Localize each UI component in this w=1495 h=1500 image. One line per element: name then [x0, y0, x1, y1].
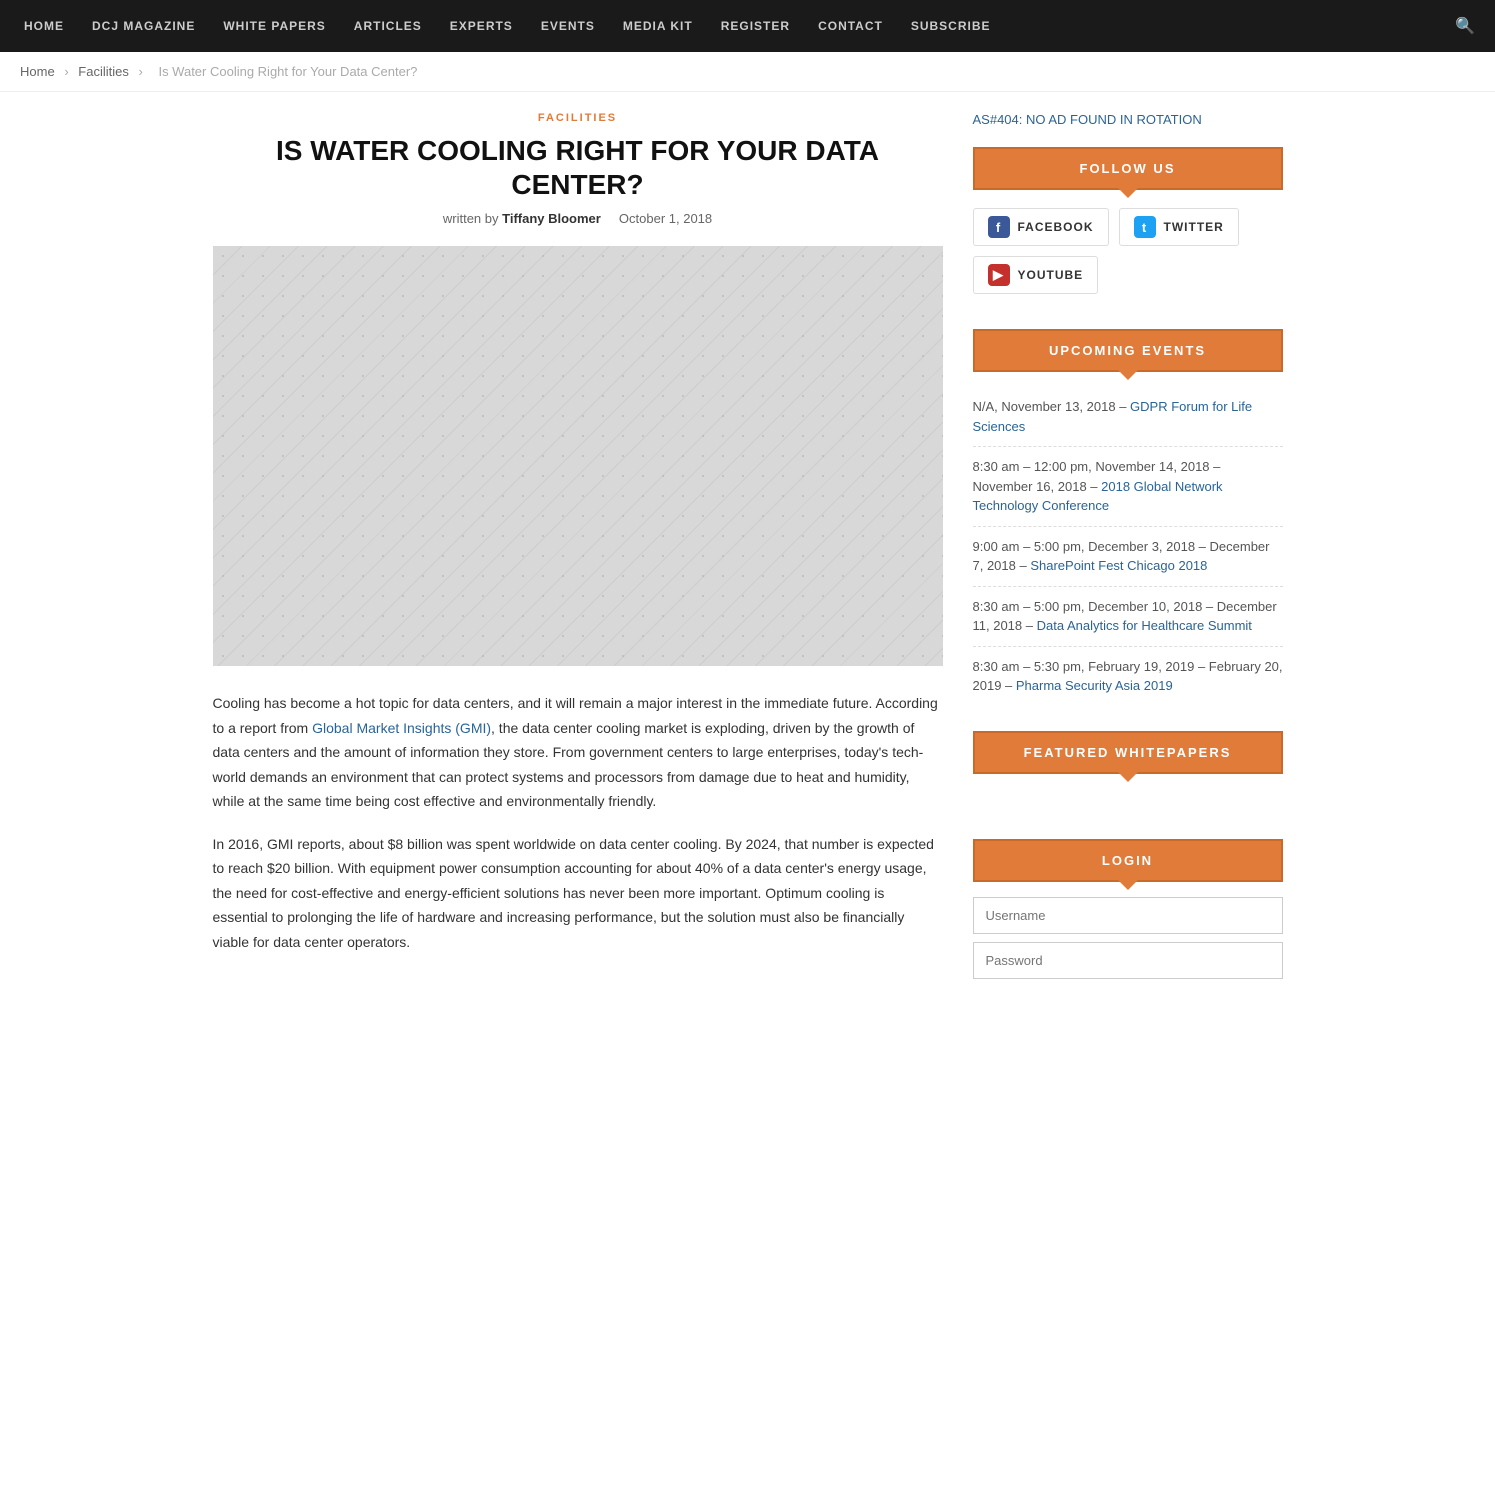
- breadcrumb-sep1: ›: [64, 64, 68, 79]
- breadcrumb: Home › Facilities › Is Water Cooling Rig…: [0, 52, 1495, 92]
- login-section: LOGIN: [973, 839, 1283, 987]
- featured-whitepapers-section: FEATURED WHITEPAPERS: [973, 731, 1283, 814]
- nav-white-papers[interactable]: WHITE PAPERS: [209, 0, 339, 52]
- article-body: Cooling has become a hot topic for data …: [213, 691, 943, 954]
- main-content: FACILITIES IS WATER COOLING RIGHT FOR YO…: [213, 112, 943, 1012]
- facebook-label: FACEBOOK: [1018, 220, 1094, 234]
- event-link-3[interactable]: SharePoint Fest Chicago 2018: [1030, 558, 1207, 573]
- follow-us-section: FOLLOW US f FACEBOOK t TWITTER ▶ YOUTUBE: [973, 147, 1283, 304]
- list-item: 8:30 am – 5:30 pm, February 19, 2019 – F…: [973, 647, 1283, 706]
- nav-articles[interactable]: ARTICLES: [340, 0, 436, 52]
- ad-note: AS#404: NO AD FOUND IN ROTATION: [973, 112, 1283, 127]
- article-image: [213, 246, 943, 666]
- event-link-5[interactable]: Pharma Security Asia 2019: [1016, 678, 1173, 693]
- password-input[interactable]: [973, 942, 1283, 979]
- youtube-icon: ▶: [988, 264, 1010, 286]
- breadcrumb-sep2: ›: [138, 64, 142, 79]
- login-header: LOGIN: [973, 839, 1283, 882]
- nav-experts[interactable]: EXPERTS: [436, 0, 527, 52]
- youtube-button[interactable]: ▶ YOUTUBE: [973, 256, 1099, 294]
- main-nav: HOME DCJ MAGAZINE WHITE PAPERS ARTICLES …: [0, 0, 1495, 52]
- breadcrumb-facilities[interactable]: Facilities: [78, 64, 129, 79]
- events-list: N/A, November 13, 2018 – GDPR Forum for …: [973, 372, 1283, 706]
- follow-us-header: FOLLOW US: [973, 147, 1283, 190]
- nav-home[interactable]: HOME: [10, 0, 78, 52]
- article-date: October 1, 2018: [619, 211, 712, 226]
- follow-grid: f FACEBOOK t TWITTER ▶ YOUTUBE: [973, 190, 1283, 304]
- login-form: [973, 882, 1283, 987]
- facebook-icon: f: [988, 216, 1010, 238]
- twitter-icon: t: [1134, 216, 1156, 238]
- list-item: 9:00 am – 5:00 pm, December 3, 2018 – De…: [973, 527, 1283, 587]
- sidebar: AS#404: NO AD FOUND IN ROTATION FOLLOW U…: [973, 112, 1283, 1012]
- twitter-label: TWITTER: [1164, 220, 1224, 234]
- article-paragraph-1: Cooling has become a hot topic for data …: [213, 691, 943, 814]
- list-item: 8:30 am – 12:00 pm, November 14, 2018 – …: [973, 447, 1283, 527]
- event-link-4[interactable]: Data Analytics for Healthcare Summit: [1037, 618, 1252, 633]
- breadcrumb-current: Is Water Cooling Right for Your Data Cen…: [158, 64, 417, 79]
- nav-register[interactable]: REGISTER: [707, 0, 804, 52]
- upcoming-events-header: UPCOMING EVENTS: [973, 329, 1283, 372]
- username-input[interactable]: [973, 897, 1283, 934]
- article-paragraph-2: In 2016, GMI reports, about $8 billion w…: [213, 832, 943, 955]
- breadcrumb-home[interactable]: Home: [20, 64, 55, 79]
- nav-media-kit[interactable]: MEDIA KIT: [609, 0, 707, 52]
- gmi-link[interactable]: Global Market Insights (GMI): [312, 720, 491, 736]
- article-meta: written by Tiffany Bloomer October 1, 20…: [213, 211, 943, 226]
- list-item: 8:30 am – 5:00 pm, December 10, 2018 – D…: [973, 587, 1283, 647]
- youtube-label: YOUTUBE: [1018, 268, 1084, 282]
- article-title: IS WATER COOLING RIGHT FOR YOUR DATA CEN…: [213, 134, 943, 201]
- article-author: Tiffany Bloomer: [502, 211, 601, 226]
- article-category: FACILITIES: [213, 112, 943, 124]
- twitter-button[interactable]: t TWITTER: [1119, 208, 1239, 246]
- facebook-button[interactable]: f FACEBOOK: [973, 208, 1109, 246]
- featured-whitepapers-header: FEATURED WHITEPAPERS: [973, 731, 1283, 774]
- list-item: N/A, November 13, 2018 – GDPR Forum for …: [973, 387, 1283, 447]
- nav-subscribe[interactable]: SUBSCRIBE: [897, 0, 1005, 52]
- written-by-label: written by: [443, 211, 499, 226]
- nav-dcj-magazine[interactable]: DCJ MAGAZINE: [78, 0, 209, 52]
- nav-events[interactable]: EVENTS: [527, 0, 609, 52]
- event-datetime-1: N/A, November 13, 2018 –: [973, 399, 1131, 414]
- search-icon[interactable]: 🔍: [1445, 16, 1485, 36]
- upcoming-events-section: UPCOMING EVENTS N/A, November 13, 2018 –…: [973, 329, 1283, 706]
- nav-contact[interactable]: CONTACT: [804, 0, 897, 52]
